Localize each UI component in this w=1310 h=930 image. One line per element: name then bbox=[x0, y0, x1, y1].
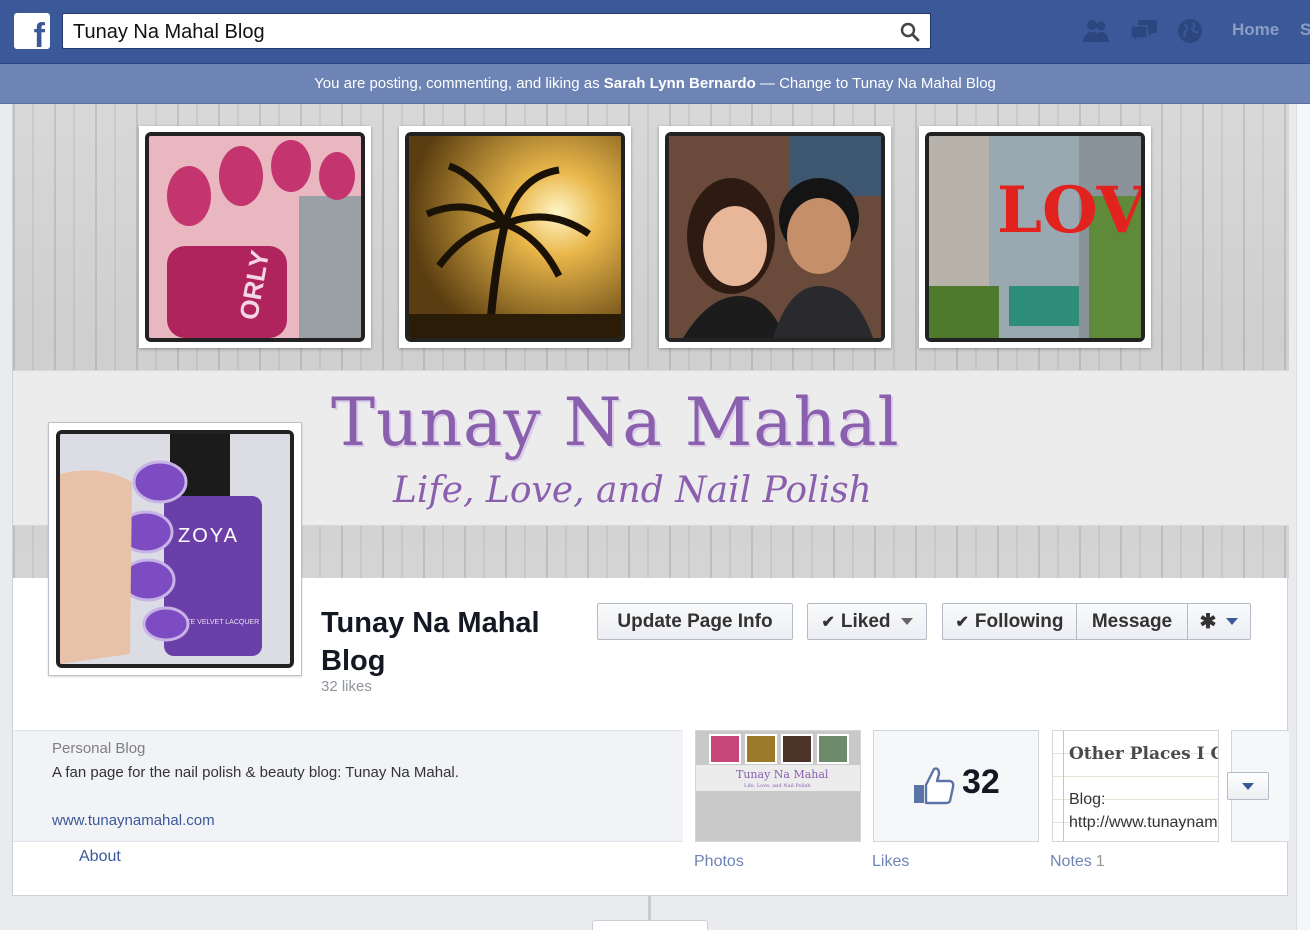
photos-tile[interactable]: Tunay Na Mahal Life, Love, and Nail Poli… bbox=[695, 730, 861, 842]
notes-tab-link[interactable]: Notes 1 bbox=[1050, 853, 1105, 871]
update-page-info-button[interactable]: Update Page Info bbox=[597, 603, 793, 640]
zoya-brand-text: ZOYA bbox=[178, 525, 239, 547]
page-description: A fan page for the nail polish & beauty … bbox=[52, 764, 459, 781]
likes-tile-number: 32 bbox=[962, 763, 1000, 801]
couple-selfie-image bbox=[669, 136, 881, 338]
cover-frame-love: LOVE bbox=[919, 126, 1151, 348]
message-button[interactable]: Message bbox=[1076, 603, 1188, 640]
love-sculpture-text: LOVE bbox=[997, 173, 1141, 248]
cover-love-photo: LOVE bbox=[925, 132, 1145, 342]
likes-tile[interactable]: 32 bbox=[873, 730, 1039, 842]
pink-nails-image: ORLY bbox=[149, 136, 361, 338]
notes-tile-line1: Blog: bbox=[1069, 791, 1106, 808]
cover-couple-photo bbox=[665, 132, 885, 342]
cover-frame-couple bbox=[659, 126, 891, 348]
page-category: Personal Blog bbox=[52, 740, 146, 757]
more-apps-button[interactable] bbox=[1227, 772, 1269, 800]
search-input[interactable] bbox=[73, 19, 893, 45]
cover-frame-palm bbox=[399, 126, 631, 348]
update-page-info-label: Update Page Info bbox=[617, 610, 773, 632]
following-label: Following bbox=[974, 610, 1064, 632]
profile-picture[interactable]: ZOYA MATTE VELVET LACQUER bbox=[48, 422, 302, 676]
thumb-tagline: Life, Love, and Nail Polish bbox=[744, 783, 811, 789]
chevron-down-icon bbox=[1226, 618, 1239, 625]
change-identity-link[interactable]: — Change to Tunay Na Mahal Blog bbox=[756, 75, 996, 92]
posting-as-prefix: You are posting, commenting, and liking … bbox=[314, 75, 604, 92]
nav-link-cutoff[interactable]: S bbox=[1300, 20, 1310, 40]
timeline-start-card bbox=[592, 920, 708, 930]
photos-tab-link[interactable]: Photos bbox=[694, 853, 744, 871]
photos-thumbnail: Tunay Na Mahal Life, Love, and Nail Poli… bbox=[696, 731, 860, 841]
notifications-globe-icon[interactable] bbox=[1174, 16, 1206, 46]
liked-button[interactable]: ✔ Liked bbox=[807, 603, 927, 640]
gear-icon: ✱ bbox=[1199, 611, 1217, 633]
cover-title: Tunay Na Mahal bbox=[331, 384, 900, 461]
right-sidebar-cutoff bbox=[1296, 104, 1310, 930]
notes-tab-label: Notes bbox=[1050, 853, 1092, 870]
love-sculpture-image: LOVE bbox=[929, 136, 1141, 338]
message-label: Message bbox=[1091, 610, 1173, 632]
cover-frame-nails: ORLY bbox=[139, 126, 371, 348]
top-navigation-bar: f Home S bbox=[0, 0, 1310, 64]
posting-as-bar: You are posting, commenting, and liking … bbox=[0, 64, 1310, 104]
friend-requests-icon[interactable] bbox=[1080, 16, 1112, 46]
home-link[interactable]: Home bbox=[1232, 20, 1279, 40]
check-icon: ✔ bbox=[955, 613, 969, 631]
website-link[interactable]: www.tunaynamahal.com bbox=[52, 812, 215, 829]
timeline-divider bbox=[648, 896, 651, 922]
notes-tile[interactable]: Other Places I Can Be Found Blog: http:/… bbox=[1052, 730, 1219, 842]
settings-menu-button[interactable]: ✱ bbox=[1187, 603, 1251, 640]
cover-palm-photo bbox=[405, 132, 625, 342]
following-button[interactable]: ✔ Following bbox=[942, 603, 1077, 640]
facebook-logo[interactable]: f bbox=[14, 13, 50, 53]
notes-tile-line2: http://www.tunaynamahal.com bbox=[1069, 814, 1218, 831]
purple-nails-image: ZOYA MATTE VELVET LACQUER bbox=[60, 434, 290, 664]
page-likes-count[interactable]: 32 likes bbox=[321, 678, 372, 695]
messages-icon[interactable] bbox=[1128, 16, 1160, 46]
search-box[interactable] bbox=[62, 13, 931, 49]
check-icon: ✔ bbox=[821, 613, 835, 631]
thumb-title: Tunay Na Mahal bbox=[736, 768, 829, 781]
likes-tab-link[interactable]: Likes bbox=[872, 853, 909, 871]
page-header-card: ORLY LO Tunay Na Mahal Life, Love, and N… bbox=[12, 104, 1289, 896]
notes-margin-line bbox=[1063, 731, 1064, 841]
search-icon[interactable] bbox=[900, 22, 920, 42]
page-title: Tunay Na Mahal Blog bbox=[321, 607, 540, 677]
facebook-logo-letter: f bbox=[33, 17, 45, 55]
cover-nails-photo: ORLY bbox=[145, 132, 365, 342]
notes-count: 1 bbox=[1095, 853, 1105, 870]
chevron-down-icon bbox=[900, 618, 913, 625]
liked-label: Liked bbox=[840, 610, 891, 632]
about-tab-link[interactable]: About bbox=[79, 848, 121, 866]
thumbs-up-icon bbox=[914, 767, 955, 805]
palm-tree-sunset-image bbox=[409, 136, 621, 338]
posting-as-user[interactable]: Sarah Lynn Bernardo bbox=[604, 75, 756, 92]
profile-photo: ZOYA MATTE VELVET LACQUER bbox=[56, 430, 294, 668]
notes-tile-title: Other Places I Can Be Found bbox=[1069, 744, 1218, 764]
chevron-down-icon bbox=[1242, 783, 1254, 790]
cover-tagline: Life, Love, and Nail Polish bbox=[393, 470, 872, 511]
